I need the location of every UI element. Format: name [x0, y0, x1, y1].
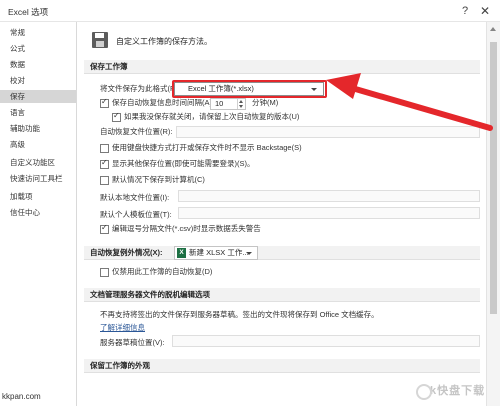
- sidebar-item-quick-access-toolbar[interactable]: 快速访问工具栏: [0, 172, 76, 185]
- no-backstage-checkbox[interactable]: [100, 144, 109, 153]
- autorecover-workbook-value: 新建 XLSX 工作...: [189, 248, 249, 257]
- csv-warning-checkbox[interactable]: [100, 223, 109, 234]
- default-local-location-label: 默认本地文件位置(I):: [100, 193, 170, 202]
- excel-icon: X: [177, 248, 186, 258]
- sidebar-item-add-ins[interactable]: 加载项: [0, 190, 76, 203]
- scrollbar-thumb[interactable]: [490, 42, 497, 314]
- disable-autorecover-checkbox[interactable]: [100, 268, 109, 277]
- sidebar-item-proofing[interactable]: 校对: [0, 74, 76, 87]
- close-button[interactable]: ✕: [477, 3, 493, 19]
- page-title: 自定义工作簿的保存方法。: [116, 37, 212, 46]
- sidebar-item-advanced[interactable]: 高级: [0, 138, 76, 151]
- help-button[interactable]: ?: [457, 3, 473, 19]
- vertical-scrollbar[interactable]: [486, 22, 500, 406]
- keep-last-version-label: 如果我没保存就关闭，请保留上次自动恢复的版本(U): [124, 112, 300, 121]
- sidebar-item-customize-ribbon[interactable]: 自定义功能区: [0, 156, 76, 169]
- save-to-computer-label: 默认情况下保存到计算机(C): [112, 175, 205, 184]
- autorecover-location-label: 自动恢复文件位置(R):: [100, 127, 173, 136]
- autorecover-minutes-value: 10: [215, 99, 224, 108]
- section-autorecover-exceptions: 自动恢复例外情况(X):: [84, 246, 480, 260]
- excel-options-window: Excel 选项 ? ✕ 常规 公式 数据 校对 保存 语言 辅助功能 高级 自…: [0, 0, 500, 406]
- keep-last-version-checkbox[interactable]: [112, 111, 121, 122]
- sidebar-item-trust-center[interactable]: 信任中心: [0, 206, 76, 219]
- format-label: 将文件保存为此格式(F):: [100, 84, 180, 93]
- autorecover-label: 保存自动恢复信息时间间隔(A): [112, 98, 212, 107]
- autorecover-workbook-select[interactable]: X 新建 XLSX 工作...: [174, 246, 258, 260]
- sidebar-item-save[interactable]: 保存: [0, 90, 76, 103]
- autorecover-exceptions-title: 自动恢复例外情况(X):: [90, 248, 163, 257]
- minutes-label: 分钟(M): [252, 98, 279, 107]
- save-disk-icon: [92, 32, 108, 48]
- sidebar-item-accessibility[interactable]: 辅助功能: [0, 122, 76, 135]
- scroll-up-icon[interactable]: [490, 27, 496, 31]
- section-offline-editing: 文档管理服务器文件的脱机编辑选项: [84, 288, 480, 302]
- csv-warning-label: 编辑逗号分隔文件(*.csv)时显示数据丢失警告: [112, 224, 261, 233]
- save-to-computer-checkbox[interactable]: [100, 176, 109, 185]
- disable-autorecover-label: 仅禁用此工作簿的自动恢复(D): [112, 267, 213, 276]
- highlight-box: [172, 80, 327, 98]
- chevron-down-icon: [246, 252, 252, 255]
- sidebar-item-general[interactable]: 常规: [0, 26, 76, 39]
- default-personal-templates-input[interactable]: [178, 207, 480, 219]
- default-local-location-input[interactable]: [178, 190, 480, 202]
- show-more-places-checkbox[interactable]: [100, 158, 109, 169]
- autorecover-minutes-stepper[interactable]: 10: [210, 98, 246, 110]
- window-title: Excel 选项: [8, 7, 49, 17]
- no-backstage-label: 使用键盘快捷方式打开或保存文件时不显示 Backstage(S): [112, 143, 302, 152]
- autorecover-checkbox[interactable]: [100, 97, 109, 108]
- show-more-places-label: 显示其他保存位置(即使可能需要登录)(S)。: [112, 159, 255, 168]
- default-personal-templates-label: 默认个人模板位置(T):: [100, 210, 172, 219]
- learn-more-link[interactable]: 了解详细信息: [100, 322, 145, 334]
- watermark-logo: k快盘下载: [416, 382, 488, 402]
- server-drafts-input[interactable]: [172, 335, 480, 347]
- watermark-text: kkpan.com: [2, 392, 41, 401]
- offline-editing-description: 不再支持将签出的文件保存到服务器草稿。签出的文件现将保存到 Office 文档缓…: [100, 310, 379, 319]
- sidebar-item-data[interactable]: 数据: [0, 58, 76, 71]
- section-save-workbooks: 保存工作簿: [84, 60, 480, 74]
- options-content: 自定义工作簿的保存方法。 保存工作簿 将文件保存为此格式(F): Excel 工…: [78, 22, 486, 406]
- options-sidebar: 常规 公式 数据 校对 保存 语言 辅助功能 高级 自定义功能区 快速访问工具栏…: [0, 22, 77, 406]
- sidebar-item-formulas[interactable]: 公式: [0, 42, 76, 55]
- spin-arrows-icon[interactable]: [237, 99, 245, 109]
- server-drafts-label: 服务器草稿位置(V):: [100, 338, 165, 347]
- section-preserve-visual: 保留工作簿的外观: [84, 359, 480, 373]
- sidebar-item-language[interactable]: 语言: [0, 106, 76, 119]
- title-bar: Excel 选项 ? ✕: [0, 0, 500, 22]
- autorecover-location-input[interactable]: [176, 126, 480, 138]
